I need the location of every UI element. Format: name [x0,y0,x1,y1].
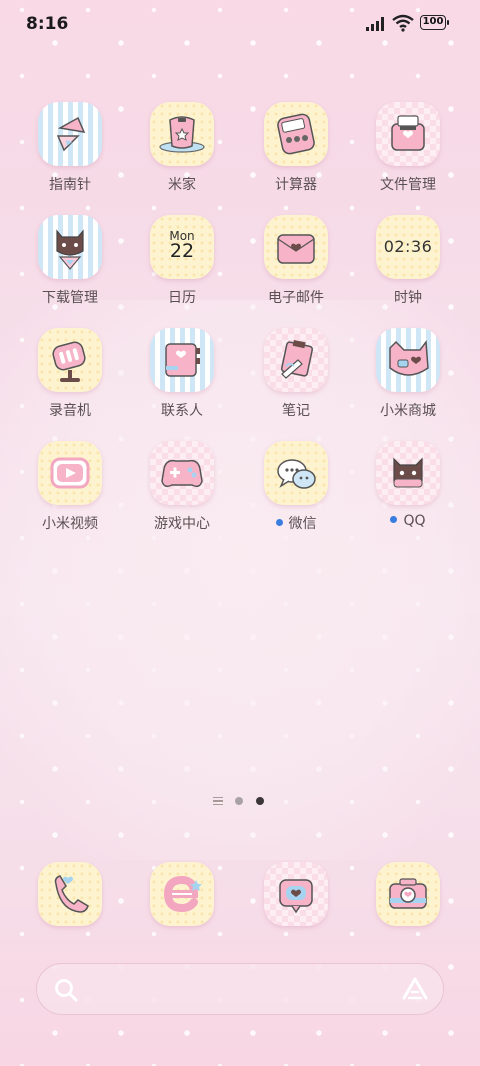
messages-icon [264,862,328,926]
assistant-icon[interactable] [401,976,429,1002]
recorder-icon [38,328,102,392]
camera-icon [376,862,440,926]
app-label: 录音机 [49,403,91,419]
calculator-icon [264,102,328,166]
qq-icon [376,441,440,505]
email-icon [264,215,328,279]
notification-dot [390,516,398,523]
app-label-text: QQ [403,513,426,529]
app-label: 小米商城 [380,403,436,419]
app-label: 游戏中心 [154,516,210,532]
app-label: 联系人 [161,403,203,419]
app-drawer-lines-icon[interactable] [213,797,223,805]
signal-icon [366,17,384,31]
app-label: 计算器 [275,177,317,193]
compass-icon [38,102,102,166]
mi-store-icon [376,328,440,392]
app-label: 小米视频 [42,516,98,532]
page-dot-1[interactable] [235,797,243,805]
app-label: 笔记 [282,403,310,419]
page-dot-2-active[interactable] [256,797,264,805]
app-label: 电子邮件 [268,290,324,306]
search-bar[interactable] [36,963,444,1015]
app-label-text: 微信 [288,516,317,532]
phone-icon [38,862,102,926]
browser-icon [150,862,214,926]
clock-icon: 02:36 [376,215,440,279]
mijia-icon [150,102,214,166]
search-icon [55,979,78,1002]
app-label: 文件管理 [380,177,436,193]
calendar-icon: Mon 22 [150,215,214,279]
download-manager-icon [38,215,102,279]
calendar-day: 22 [169,240,195,262]
app-label: 下载管理 [42,290,98,306]
app-label: 日历 [168,290,196,306]
game-center-icon [150,441,214,505]
app-label: 时钟 [394,290,422,306]
notification-dot [275,519,283,526]
app-label: 米家 [168,177,196,193]
wechat-icon [264,441,328,505]
clock-time: 02:36 [383,237,433,256]
app-label: QQ [358,513,458,529]
mi-video-icon [38,441,102,505]
contacts-icon [150,328,214,392]
battery-icon: 100 [420,15,449,30]
status-time: 8:16 [26,14,69,34]
file-manager-icon [376,102,440,166]
notes-icon [264,328,328,392]
page-indicator[interactable] [213,796,273,808]
app-label: 指南针 [49,177,91,193]
app-label: 微信 [246,513,346,533]
wifi-icon [392,14,414,32]
status-bar: 8:16 100 [0,0,480,50]
